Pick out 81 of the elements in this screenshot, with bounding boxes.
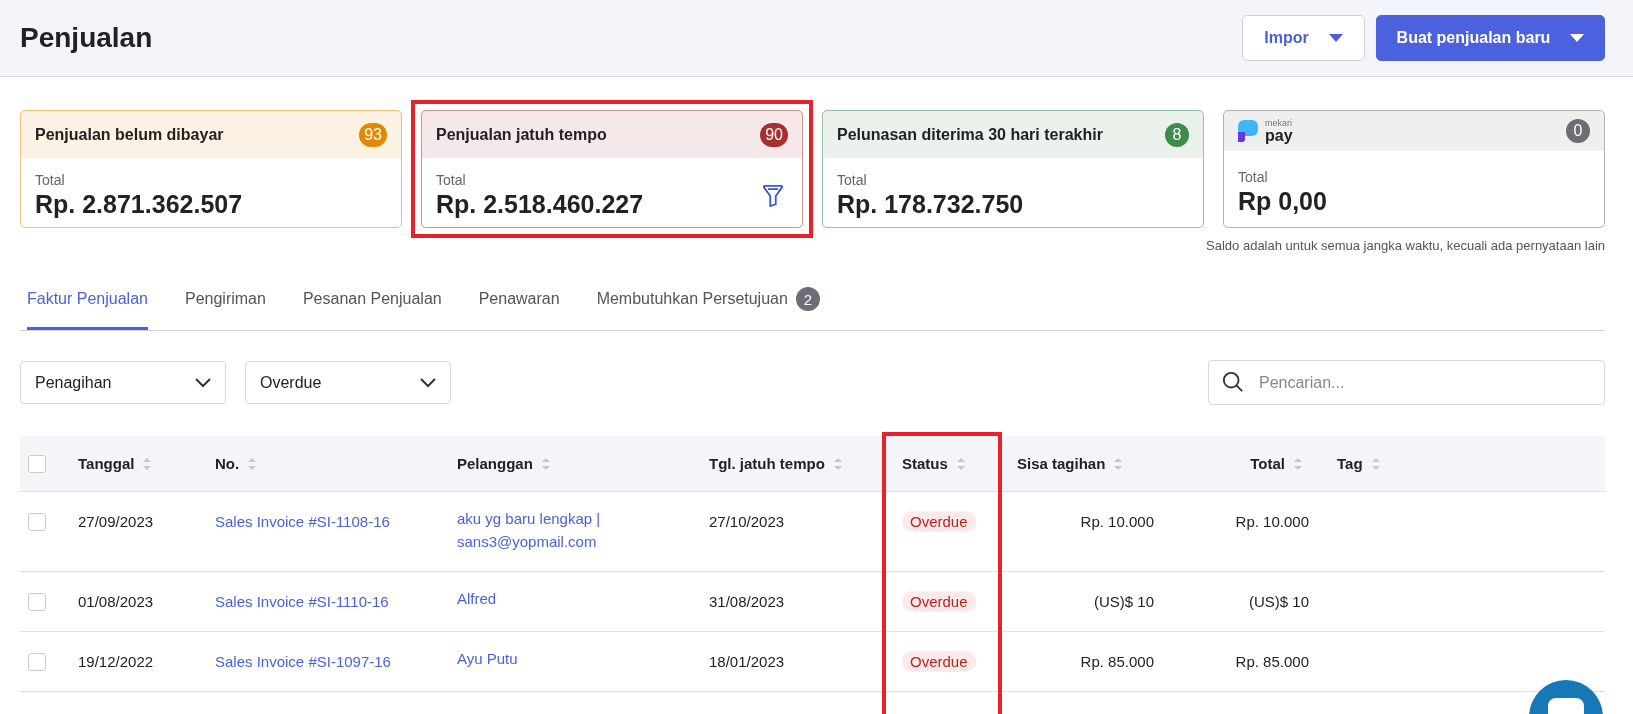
sort-icon[interactable] <box>955 456 966 471</box>
column-header[interactable]: Tgl. jatuh tempo <box>709 455 825 472</box>
sort-icon[interactable] <box>1113 456 1124 471</box>
row-checkbox[interactable] <box>28 512 46 531</box>
filter-dropdown[interactable]: Penagihan <box>20 361 226 404</box>
sort-icon[interactable] <box>247 456 258 471</box>
count-badge: 0 <box>1566 119 1590 143</box>
card-title: Penjualan jatuh tempo <box>436 125 607 144</box>
due-date-text: 27/10/2023 <box>709 513 785 530</box>
column-header[interactable]: Tanggal <box>78 455 135 472</box>
column-header[interactable]: Tag <box>1337 455 1363 472</box>
count-badge: 90 <box>760 122 788 147</box>
invoice-link[interactable]: Sales Invoice #SI-1097-16 <box>215 653 391 670</box>
status-badge: Overdue <box>902 591 976 612</box>
date-text: 19/12/2022 <box>78 653 154 670</box>
brand-name: pay <box>1265 127 1293 144</box>
column-header[interactable]: Sisa tagihan <box>1017 455 1106 472</box>
count-badge: 93 <box>359 122 387 147</box>
card-title: Penjualan belum dibayar <box>35 125 224 144</box>
total-label: Total <box>35 172 66 188</box>
amount-text: Rp. 85.000 <box>1235 653 1309 670</box>
summary-card[interactable]: Penjualan jatuh tempo 90 Total Rp. 2.518.460.227 <box>421 110 803 228</box>
invoice-link[interactable]: Sales Invoice #SI-1108-16 <box>215 513 390 530</box>
summary-card[interactable]: Pelunasan diterima 30 hari terakhir 8 Total Rp. 178.732.750 <box>822 110 1204 228</box>
customer-link[interactable]: Alfred <box>457 587 497 610</box>
tab[interactable]: Pesanan Penjualan <box>302 275 442 330</box>
card-title: Pelunasan diterima 30 hari terakhir <box>837 125 1103 144</box>
invoice-link[interactable]: Sales Invoice #SI-1110-16 <box>215 593 389 610</box>
dropdown-button[interactable]: Buat penjualan baru <box>1376 15 1605 61</box>
date-text: 01/08/2023 <box>78 593 154 610</box>
customer-link[interactable]: aku yg baru lengkap | sans3@yopmail.com <box>457 507 657 553</box>
summary-card[interactable]: mekari pay 0 Total Rp 0,00 <box>1223 110 1605 228</box>
summary-card[interactable]: Penjualan belum dibayar 93 Total Rp. 2.871.362.507 <box>20 110 402 228</box>
sort-icon[interactable] <box>1293 456 1303 471</box>
count-badge: 8 <box>1165 122 1189 147</box>
column-header[interactable]: No. <box>215 455 240 472</box>
filter-icon[interactable] <box>762 183 784 208</box>
customer-link[interactable]: Ayu Putu <box>457 647 518 670</box>
filter-dropdown[interactable]: Overdue <box>245 361 451 404</box>
total-amount: Rp. 2.871.362.507 <box>35 190 243 219</box>
total-label: Total <box>436 172 467 188</box>
amount-text: (US)$ 10 <box>1093 593 1154 610</box>
sort-icon[interactable] <box>1370 456 1381 471</box>
sort-icon[interactable] <box>142 456 153 471</box>
tab[interactable]: Penawaran <box>478 275 560 330</box>
amount-text: (US)$ 10 <box>1248 593 1309 610</box>
amount-text: Rp. 10.000 <box>1080 513 1154 530</box>
total-label: Total <box>837 172 868 188</box>
select-all-checkbox[interactable] <box>28 454 46 473</box>
amount-text: Rp. 85.000 <box>1080 653 1154 670</box>
logo-icon <box>1238 120 1260 142</box>
brand-label: mekari <box>1265 118 1293 128</box>
search-field[interactable]: Pencarian... <box>1208 360 1605 405</box>
row-checkbox[interactable] <box>28 592 46 611</box>
sort-icon[interactable] <box>832 456 843 471</box>
tab[interactable]: Faktur Penjualan <box>27 275 148 330</box>
date-text: 27/09/2023 <box>78 513 154 530</box>
sort-icon[interactable] <box>540 456 551 471</box>
total-amount: Rp. 178.732.750 <box>837 190 1024 219</box>
amount-text: Rp. 10.000 <box>1235 513 1309 530</box>
status-badge: Overdue <box>902 511 976 532</box>
caret-icon <box>1570 34 1585 42</box>
page-title: Penjualan <box>20 22 153 54</box>
column-header[interactable]: Pelanggan <box>457 455 533 472</box>
total-label: Total <box>1238 168 1269 185</box>
due-date-text: 18/01/2023 <box>709 653 785 670</box>
chevron-down-icon <box>195 377 211 388</box>
dropdown-button[interactable]: Impor <box>1242 15 1365 61</box>
count-badge: 2 <box>795 287 820 311</box>
tab[interactable]: Pengiriman <box>184 275 266 330</box>
caret-icon <box>1328 34 1343 42</box>
total-amount: Rp. 2.518.460.227 <box>436 190 644 219</box>
total-amount: Rp 0,00 <box>1238 186 1327 216</box>
tab[interactable]: Membutuhkan Persetujuan 2 <box>596 275 820 330</box>
balance-note: Saldo adalah untuk semua jangka waktu, kecuali ada pernyataan lain <box>1206 238 1605 253</box>
chevron-down-icon <box>420 377 436 388</box>
due-date-text: 31/08/2023 <box>709 593 785 610</box>
column-header[interactable]: Total <box>1250 455 1285 472</box>
row-checkbox[interactable] <box>28 652 46 671</box>
column-header[interactable]: Status <box>902 455 948 472</box>
status-badge: Overdue <box>902 651 976 672</box>
